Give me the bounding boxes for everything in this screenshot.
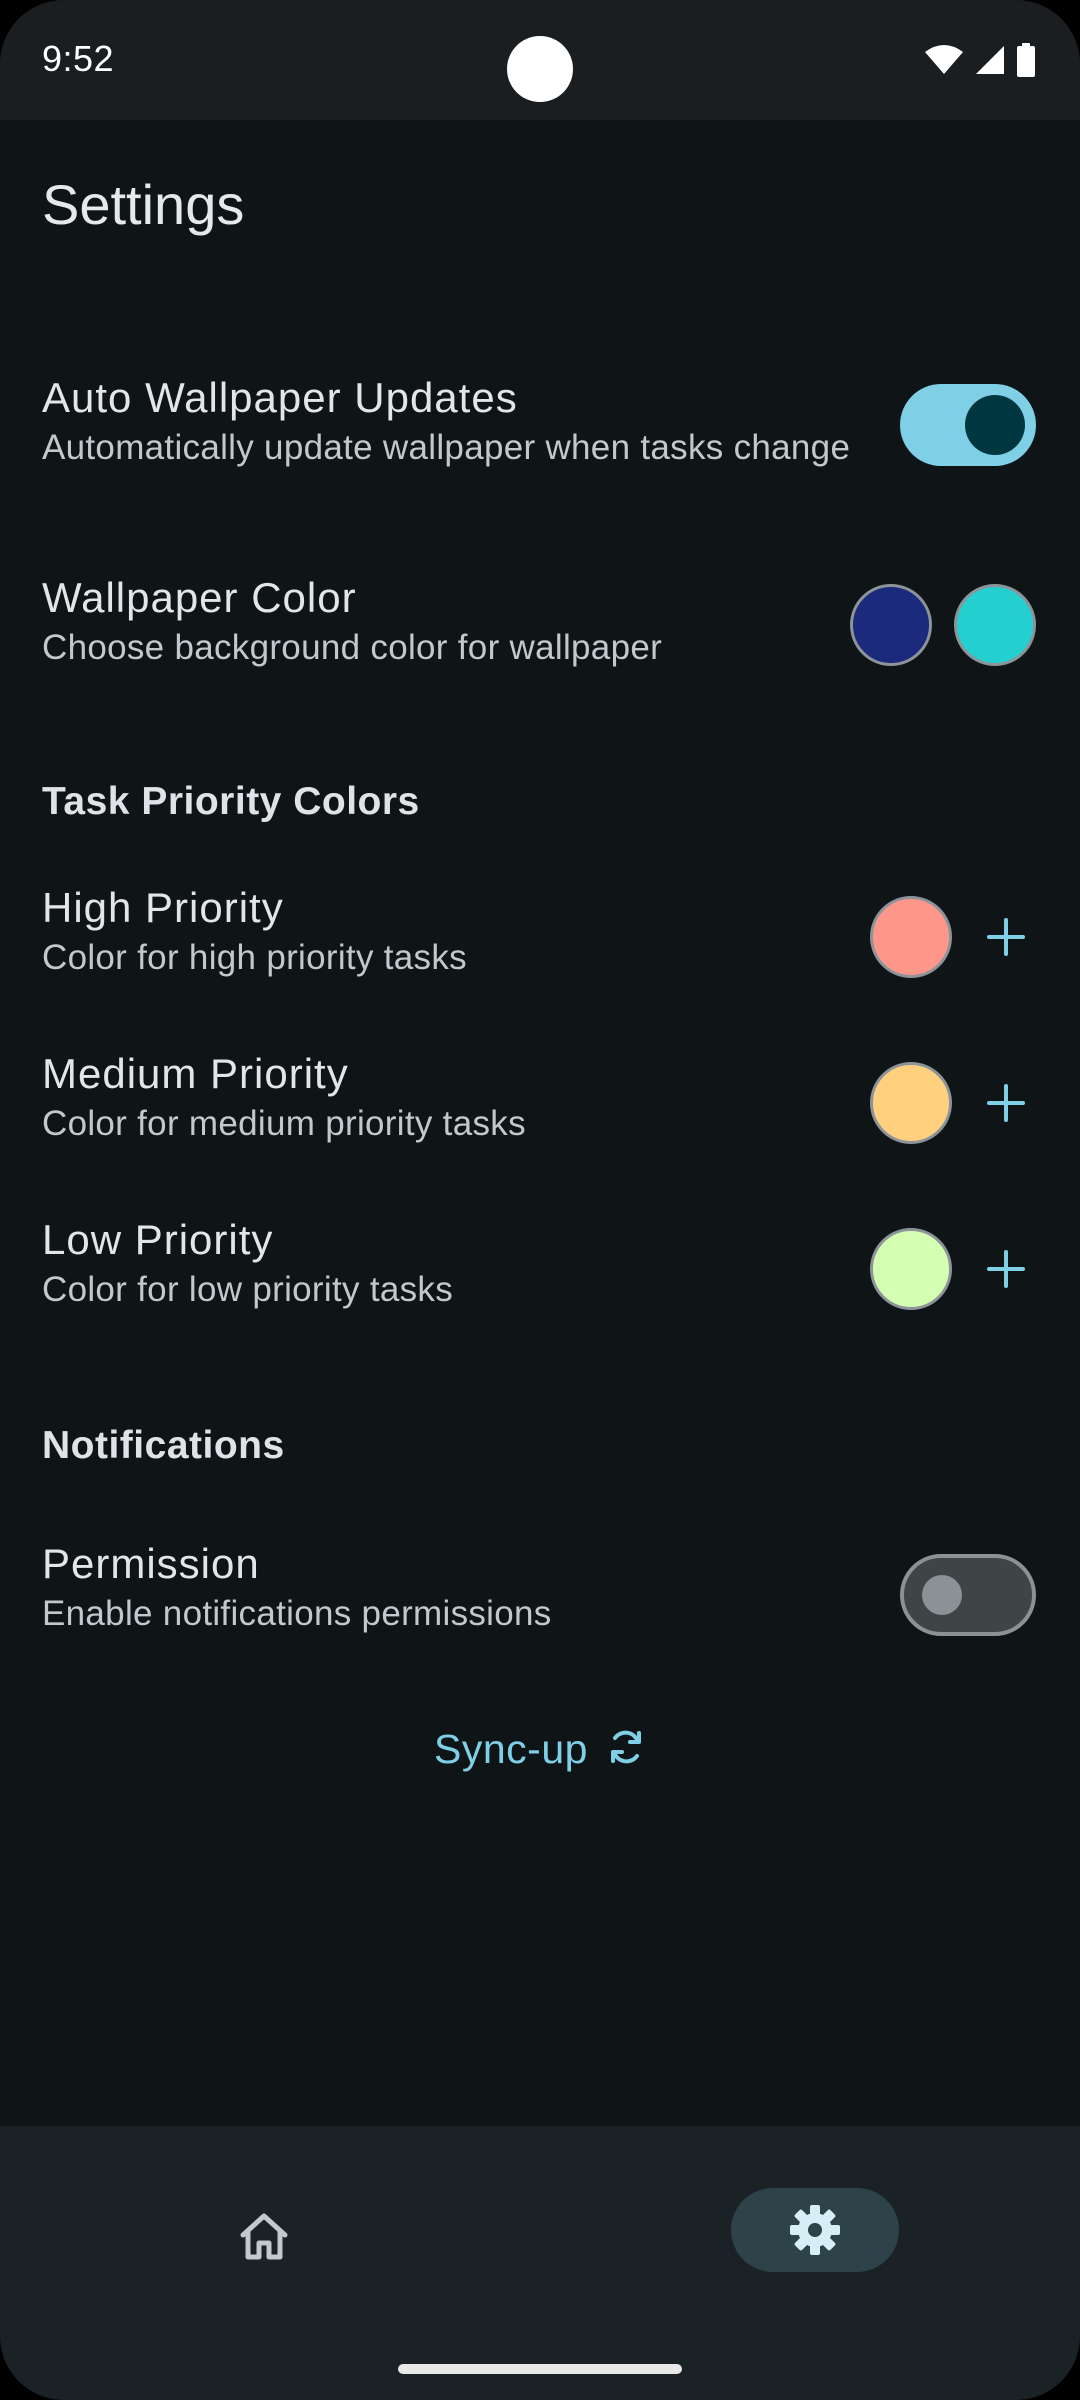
- auto-wallpaper-subtitle: Automatically update wallpaper when task…: [42, 428, 851, 467]
- battery-icon: [1016, 43, 1036, 77]
- task-priority-header: Task Priority Colors: [42, 780, 420, 823]
- cellular-signal-icon: [974, 44, 1006, 76]
- high-priority-swatch[interactable]: [870, 896, 952, 978]
- bottom-navigation: [0, 2126, 1080, 2400]
- status-icons: [924, 40, 1036, 80]
- plus-icon: [987, 1084, 1025, 1122]
- phone-screen: 9:52 Settings Auto Wallpaper Updates Aut…: [0, 0, 1080, 2400]
- permission-subtitle: Enable notifications permissions: [42, 1594, 552, 1633]
- home-icon: [240, 2213, 288, 2260]
- high-priority-add-button[interactable]: [976, 907, 1036, 967]
- permission-title: Permission: [42, 1540, 260, 1587]
- nav-home-button[interactable]: [222, 2194, 306, 2278]
- auto-wallpaper-toggle[interactable]: [900, 384, 1036, 466]
- permission-toggle[interactable]: [900, 1554, 1036, 1636]
- auto-wallpaper-title: Auto Wallpaper Updates: [42, 374, 518, 421]
- page-title: Settings: [42, 173, 245, 236]
- auto-wallpaper-row: Auto Wallpaper Updates Automatically upd…: [42, 374, 1038, 470]
- plus-icon: [987, 1250, 1025, 1288]
- gear-icon: [790, 2205, 840, 2255]
- home-indicator[interactable]: [398, 2364, 682, 2374]
- medium-priority-add-button[interactable]: [976, 1073, 1036, 1133]
- camera-cutout: [507, 36, 573, 102]
- sync-icon: [606, 1727, 646, 1772]
- wallpaper-color-swatch-secondary[interactable]: [954, 584, 1036, 666]
- notifications-header: Notifications: [42, 1424, 285, 1467]
- toggle-knob: [965, 395, 1025, 455]
- low-priority-swatch[interactable]: [870, 1228, 952, 1310]
- wallpaper-color-swatch-primary[interactable]: [850, 584, 932, 666]
- nav-settings-button[interactable]: [731, 2188, 899, 2272]
- medium-priority-swatch[interactable]: [870, 1062, 952, 1144]
- permission-row: Permission Enable notifications permissi…: [42, 1540, 1038, 1636]
- plus-icon: [987, 918, 1025, 956]
- status-time: 9:52: [42, 38, 115, 79]
- sync-up-label: Sync-up: [434, 1726, 588, 1772]
- toggle-knob: [922, 1575, 962, 1615]
- wifi-icon: [924, 44, 964, 76]
- sync-up-button[interactable]: Sync-up: [0, 1726, 1080, 1773]
- status-bar: 9:52: [0, 0, 1080, 120]
- low-priority-add-button[interactable]: [976, 1239, 1036, 1299]
